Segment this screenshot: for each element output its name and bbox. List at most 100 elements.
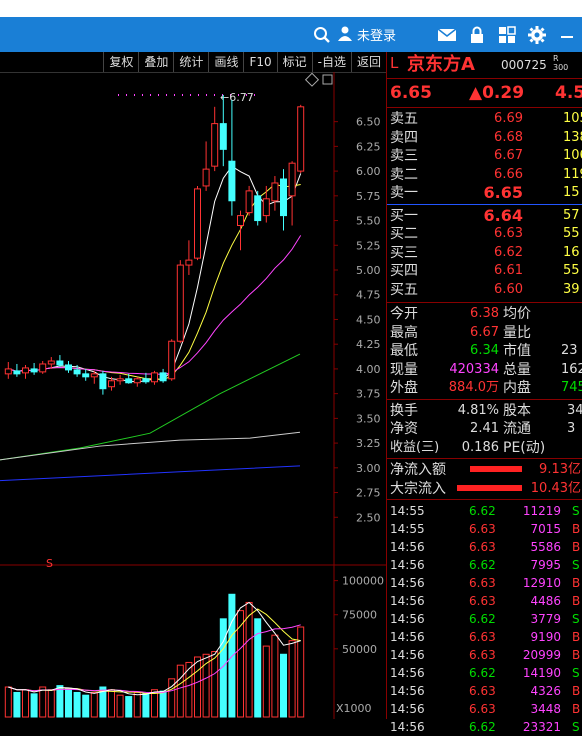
price-change: ▲0.29 — [469, 83, 525, 103]
trade-price: 6.63 — [469, 648, 496, 662]
divider — [387, 458, 582, 459]
volume-bar — [271, 634, 279, 718]
trade-volume: 7995 — [530, 558, 561, 572]
candle-body — [13, 370, 21, 375]
ask-price: 6.65 — [483, 183, 523, 202]
stat-value: 6.67 — [470, 324, 499, 340]
trade-volume: 9190 — [530, 630, 561, 644]
candle-body — [245, 190, 253, 214]
tool-fuquan[interactable]: 复权 — [103, 52, 138, 72]
trade-price: 6.62 — [469, 612, 496, 626]
ask-row[interactable]: 卖二 6.66 119 — [387, 166, 582, 184]
candle-body — [108, 380, 115, 388]
divider — [387, 78, 582, 79]
stat-label: 内盘 — [503, 380, 531, 396]
tool-overlay[interactable]: 叠加 — [138, 52, 173, 72]
ask-row[interactable]: 卖五 6.69 105 — [387, 110, 582, 128]
candle-body — [125, 378, 133, 384]
tool-mark[interactable]: 标记 — [276, 52, 312, 72]
stat-value: 3 — [567, 421, 576, 436]
tool-draw-line[interactable]: 画线 — [208, 52, 243, 72]
flow-bar — [470, 466, 522, 472]
stat-label: 最高 — [390, 324, 418, 341]
candle-body — [228, 160, 236, 202]
stat-label: 收益(三) — [390, 439, 440, 455]
price-tick-label: 2.75 — [356, 487, 381, 500]
volume-bar — [228, 593, 236, 718]
stat-value: 23 — [561, 343, 578, 358]
diamond-icon[interactable] — [304, 72, 320, 87]
trade-row: 14:56 6.62 3779 S — [387, 610, 582, 628]
trade-time: 14:55 — [390, 504, 425, 518]
tool-back[interactable]: 返回 — [350, 52, 386, 72]
ask-price: 6.69 — [494, 111, 523, 126]
stat-label: 流通 — [503, 421, 531, 437]
ask-volume: 106 — [563, 148, 582, 163]
stat-label: 最低 — [390, 343, 418, 359]
login-button[interactable]: 未登录 — [337, 25, 396, 45]
login-label: 未登录 — [356, 29, 396, 44]
bid-row[interactable]: 买四 6.61 55 — [387, 262, 582, 280]
ask-row[interactable]: 卖三 6.67 106 — [387, 147, 582, 165]
square-icon[interactable] — [322, 74, 333, 85]
ask-label: 卖四 — [390, 129, 418, 146]
stat-label: PE(动) — [503, 439, 546, 456]
gear-icon[interactable] — [522, 17, 552, 52]
volume-bar — [142, 693, 150, 718]
price-tick-label: 6.25 — [356, 140, 381, 153]
bid-row[interactable]: 买一 6.64 57 — [387, 206, 582, 225]
minimize-icon[interactable] — [552, 17, 582, 52]
tool-remove-watchlist[interactable]: -自选 — [311, 52, 351, 72]
tool-f10[interactable]: F10 — [243, 52, 276, 72]
bid-volume: 55 — [563, 226, 580, 241]
stock-prefix: L — [390, 54, 399, 72]
flow-label: 大宗流入 — [390, 480, 446, 497]
stat-value: 420334 — [449, 361, 499, 377]
stat-label: 净资 — [390, 421, 418, 437]
stat-value: 0.186 — [461, 439, 499, 455]
ask-row[interactable]: 卖一 6.65 15 — [387, 184, 582, 202]
lock-icon[interactable] — [462, 17, 492, 52]
flow-row: 净流入额 9.13亿 — [387, 461, 582, 479]
kline-chart-area[interactable]: ←6.77 S 6.50 6.25 6.00 5.75 5.50 5.25 5.00 4.75 4… — [0, 72, 386, 719]
ask-volume: 105 — [563, 111, 582, 126]
volume-bar — [90, 691, 98, 718]
volume-bar — [56, 685, 64, 718]
volume-bar — [245, 601, 253, 718]
mail-icon[interactable] — [432, 17, 462, 52]
volume-bar — [4, 686, 12, 718]
tool-stats[interactable]: 统计 — [173, 52, 208, 72]
candle-body — [47, 360, 55, 365]
stock-code: 000725 — [501, 58, 547, 72]
price-tick-label: 3.00 — [356, 462, 381, 475]
flow-bar — [457, 484, 522, 491]
price-tick-label: 6.00 — [356, 165, 381, 178]
grid-icon[interactable] — [492, 17, 522, 52]
divider — [387, 499, 582, 500]
trade-price: 6.63 — [469, 702, 496, 716]
trade-row: 14:56 6.62 23321 S — [387, 718, 582, 736]
candle-body — [142, 378, 150, 383]
user-icon — [337, 25, 353, 45]
stat-value: 884.0万 — [448, 380, 499, 395]
trade-time: 14:56 — [390, 684, 425, 698]
trade-price: 6.63 — [469, 594, 496, 608]
volume-bar — [108, 689, 115, 718]
volume-bar — [13, 691, 21, 718]
bid-row[interactable]: 买五 6.60 39 — [387, 281, 582, 299]
stat-label: 市值 — [503, 343, 531, 359]
trade-side: S — [572, 558, 580, 572]
stat-value: 745 — [561, 380, 582, 395]
trade-row: 14:56 6.62 14190 S — [387, 664, 582, 682]
bid-row[interactable]: 买三 6.62 16 — [387, 244, 582, 262]
ask-row[interactable]: 卖四 6.68 138 — [387, 129, 582, 147]
volume-bar — [262, 645, 270, 718]
stat-value: 4.81% — [457, 402, 499, 418]
trade-time: 14:56 — [390, 576, 425, 590]
bid-row[interactable]: 买二 6.63 55 — [387, 225, 582, 243]
trade-volume: 5586 — [530, 540, 561, 554]
flow-value: 9.13亿 — [539, 462, 581, 477]
trade-row: 14:56 6.63 5586 B — [387, 538, 582, 556]
trade-side: B — [572, 576, 581, 590]
search-icon[interactable] — [307, 17, 337, 52]
